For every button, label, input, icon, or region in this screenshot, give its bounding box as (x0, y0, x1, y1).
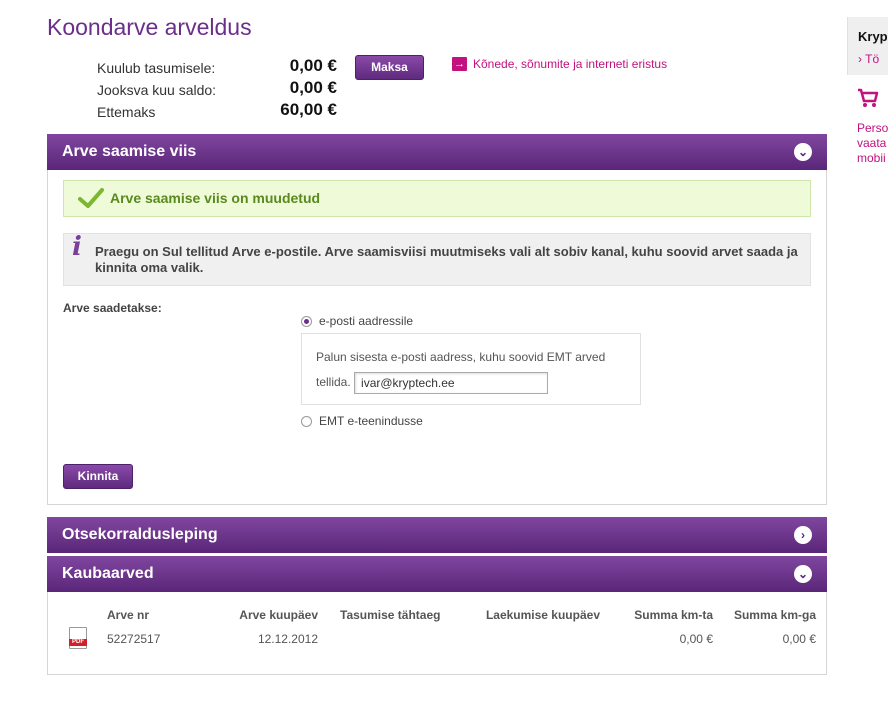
column-header: Laekumise kuupäev (485, 608, 600, 622)
column-header: Summa km-ga (733, 608, 816, 622)
column-header-icon (63, 604, 107, 626)
sidebar-text-line: Perso (857, 121, 888, 135)
billing-method-title: Arve saamise viis (62, 143, 197, 160)
arrow-right-icon: → (452, 57, 467, 71)
chevron-down-icon[interactable]: ⌄ (794, 143, 812, 161)
summary-label: Kuulub tasumisele: (97, 60, 216, 76)
summary-row-due: Kuulub tasumisele: 0,00 € (97, 56, 337, 78)
invoice-number: 52272517 (107, 632, 161, 646)
invoice-table: Arve nr Arve kuupäev Tasumise tähtaeg La… (63, 604, 816, 652)
page-title: Koondarve arveldus (47, 14, 252, 40)
balance-summary: Kuulub tasumisele: 0,00 € Jooksva kuu sa… (97, 56, 337, 122)
summary-value: 0,00 € (289, 56, 337, 75)
email-box: Palun sisesta e-posti aadress, kuhu soov… (301, 333, 641, 405)
sidebar-text[interactable]: Perso vaata mobii (857, 121, 888, 166)
invoice-date: 12.12.2012 (257, 632, 318, 646)
summary-value: 0,00 € (289, 78, 337, 97)
info-text: Praegu on Sul tellitud Arve e-postile. A… (95, 244, 798, 275)
summary-label: Ettemaks (97, 104, 156, 120)
pdf-cell: PDF (63, 626, 107, 652)
pdf-icon[interactable]: PDF (69, 626, 87, 649)
radio-portal-option[interactable]: EMT e-teenindusse (301, 414, 423, 428)
goods-invoices-title: Kaubaarved (62, 565, 154, 582)
column-header: Arve nr (107, 608, 150, 622)
calls-itemization-label: Kõnede, sõnumite ja interneti eristus (473, 57, 668, 71)
goods-invoices-panel: Arve nr Arve kuupäev Tasumise tähtaeg La… (47, 592, 827, 675)
column-header: Tasumise tähtaeg (340, 608, 441, 622)
direct-debit-header[interactable]: Otsekorraldusleping › (47, 517, 827, 553)
column-header: Summa km-ta (634, 608, 713, 622)
info-icon: i (72, 232, 82, 262)
radio-portal-label: EMT e-teenindusse (319, 414, 423, 428)
column-header: Arve kuupäev (239, 608, 318, 622)
cart-icon[interactable] (857, 88, 879, 108)
summary-row-prepayment: Ettemaks 60,00 € (97, 100, 337, 122)
summary-value: 60,00 € (280, 100, 337, 119)
pay-button[interactable]: Maksa (355, 55, 424, 80)
direct-debit-title: Otsekorraldusleping (62, 526, 218, 543)
billing-method-panel: Arve saamise viis on muudetud i Praegu o… (47, 170, 827, 505)
radio-portal[interactable] (301, 415, 312, 427)
info-message: i Praegu on Sul tellitud Arve e-postile.… (63, 233, 811, 286)
radio-email-label: e-posti aadressile (319, 314, 414, 328)
table-row: PDF 52272517 12.12.2012 0,00 € 0,00 € (63, 626, 816, 652)
success-message: Arve saamise viis on muudetud (63, 180, 811, 217)
confirm-button[interactable]: Kinnita (63, 464, 133, 489)
chevron-right-icon[interactable]: › (794, 526, 812, 544)
send-label: Arve saadetakse: (63, 301, 162, 315)
chevron-down-icon[interactable]: ⌄ (794, 565, 812, 583)
invoice-due (328, 626, 464, 652)
radio-email-option[interactable]: e-posti aadressile (301, 314, 413, 328)
invoice-sum-no-vat: 0,00 € (679, 632, 713, 646)
billing-method-header[interactable]: Arve saamise viis ⌄ (47, 134, 827, 170)
summary-row-balance: Jooksva kuu saldo: 0,00 € (97, 78, 337, 100)
invoice-received (464, 626, 604, 652)
table-header-row: Arve nr Arve kuupäev Tasumise tähtaeg La… (63, 604, 816, 626)
radio-email[interactable] (301, 315, 312, 327)
calls-itemization-link[interactable]: → Kõnede, sõnumite ja interneti eristus (452, 57, 667, 71)
invoice-sum-vat: 0,00 € (782, 632, 816, 646)
checkmark-icon (78, 188, 104, 208)
goods-invoices-header[interactable]: Kaubaarved ⌄ (47, 556, 827, 592)
sidebar-link[interactable]: › Tö (858, 52, 879, 66)
sidebar-title: Kryp (858, 29, 888, 44)
success-text: Arve saamise viis on muudetud (110, 190, 321, 206)
sidebar-text-line: vaata (857, 136, 887, 150)
sidebar-box: Kryp › Tö (847, 17, 888, 75)
email-input[interactable]: ivar@kryptech.ee (354, 371, 549, 394)
summary-label: Jooksva kuu saldo: (97, 82, 217, 98)
sidebar-text-line: mobii (857, 151, 886, 165)
